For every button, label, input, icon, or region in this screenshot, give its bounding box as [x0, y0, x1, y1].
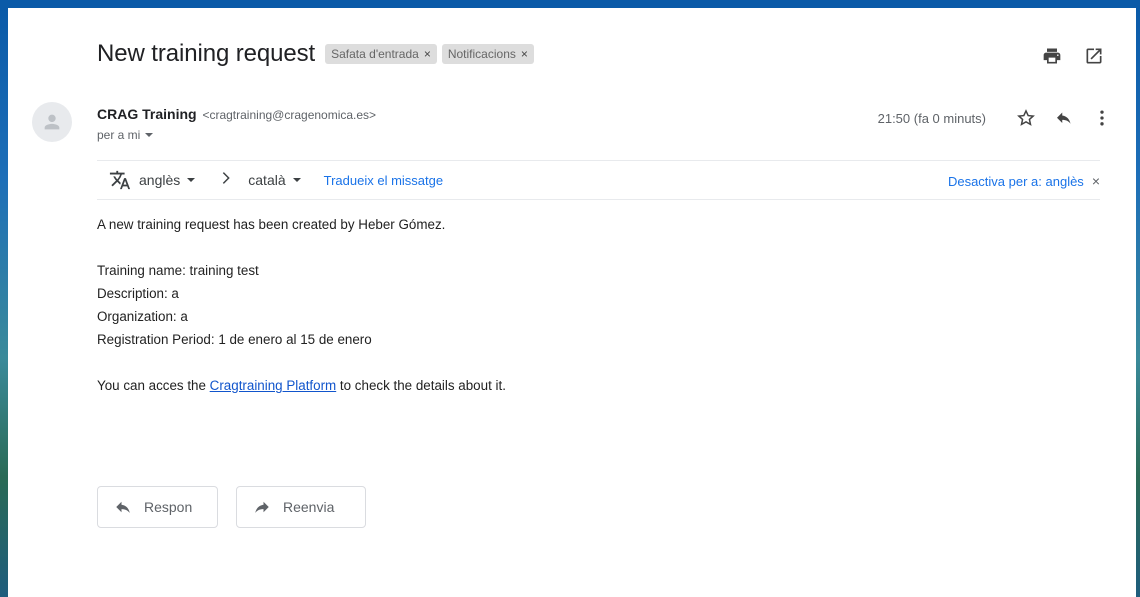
sender-line: CRAG Training <cragtraining@cragenomica.…: [97, 106, 376, 122]
chevron-right-icon: [218, 170, 234, 191]
training-name: Training name: training test: [97, 263, 259, 278]
dropdown-caret-icon: [292, 178, 301, 182]
forward-label: Reenvia: [283, 499, 335, 515]
open-in-new-icon[interactable]: [1082, 44, 1106, 68]
avatar: [32, 102, 72, 142]
translate-icon: [109, 169, 131, 191]
message-body: A new training request has been created …: [97, 213, 506, 397]
email-subject: New training request: [97, 40, 316, 67]
sender-name[interactable]: CRAG Training: [97, 106, 197, 122]
disable-translation-link[interactable]: Desactiva per a: anglès: [948, 174, 1084, 189]
target-language: català: [248, 172, 286, 188]
remove-label-icon[interactable]: ×: [521, 44, 528, 64]
sender-block: CRAG Training <cragtraining@cragenomica.…: [97, 106, 376, 142]
body-line: A new training request has been created …: [97, 217, 446, 232]
recipient-line[interactable]: per a mi: [97, 128, 376, 142]
recipient-text: per a mi: [97, 128, 141, 142]
label-text: Safata d'entrada: [331, 47, 419, 61]
print-icon[interactable]: [1040, 44, 1064, 68]
remove-label-icon[interactable]: ×: [424, 44, 431, 64]
star-icon[interactable]: [1014, 106, 1038, 130]
platform-line: You can acces the Cragtraining Platform …: [97, 374, 506, 397]
subject-row: New training request Safata d'entrada × …: [97, 38, 534, 70]
dropdown-caret-icon[interactable]: [144, 130, 154, 140]
forward-button[interactable]: Reenvia: [236, 486, 366, 528]
reply-icon: [114, 498, 132, 516]
email-view: New training request Safata d'entrada × …: [8, 8, 1136, 597]
training-description: Description: a: [97, 286, 179, 301]
source-language: anglès: [139, 172, 181, 188]
dropdown-caret-icon: [187, 178, 196, 182]
forward-icon: [253, 498, 271, 516]
translate-disable: Desactiva per a: anglès ×: [948, 161, 1100, 201]
label-chip-notifications[interactable]: Notificacions ×: [441, 44, 534, 64]
top-actions: [1040, 44, 1106, 68]
message-meta: 21:50 (fa 0 minuts): [878, 106, 1114, 130]
link-prefix: You can acces the: [97, 378, 210, 393]
label-chip-inbox[interactable]: Safata d'entrada ×: [325, 44, 437, 64]
sender-email: <cragtraining@cragenomica.es>: [202, 108, 377, 122]
training-organization: Organization: a: [97, 309, 188, 324]
registration-period: Registration Period: 1 de enero al 15 de…: [97, 332, 372, 347]
translate-bar: anglès català Tradueix el missatge Desac…: [97, 160, 1100, 200]
close-translate-icon[interactable]: ×: [1092, 173, 1100, 189]
link-suffix: to check the details about it.: [336, 378, 506, 393]
reply-icon[interactable]: [1052, 106, 1076, 130]
platform-link[interactable]: Cragtraining Platform: [210, 378, 337, 393]
reply-label: Respon: [144, 499, 193, 515]
source-language-select[interactable]: anglès: [139, 172, 196, 188]
translate-message-link[interactable]: Tradueix el missatge: [324, 173, 443, 188]
reply-button[interactable]: Respon: [97, 486, 218, 528]
more-vert-icon[interactable]: [1090, 106, 1114, 130]
avatar-person-icon: [44, 114, 60, 130]
target-language-select[interactable]: català: [248, 172, 301, 188]
label-text: Notificacions: [447, 47, 516, 61]
timestamp: 21:50 (fa 0 minuts): [877, 110, 986, 126]
